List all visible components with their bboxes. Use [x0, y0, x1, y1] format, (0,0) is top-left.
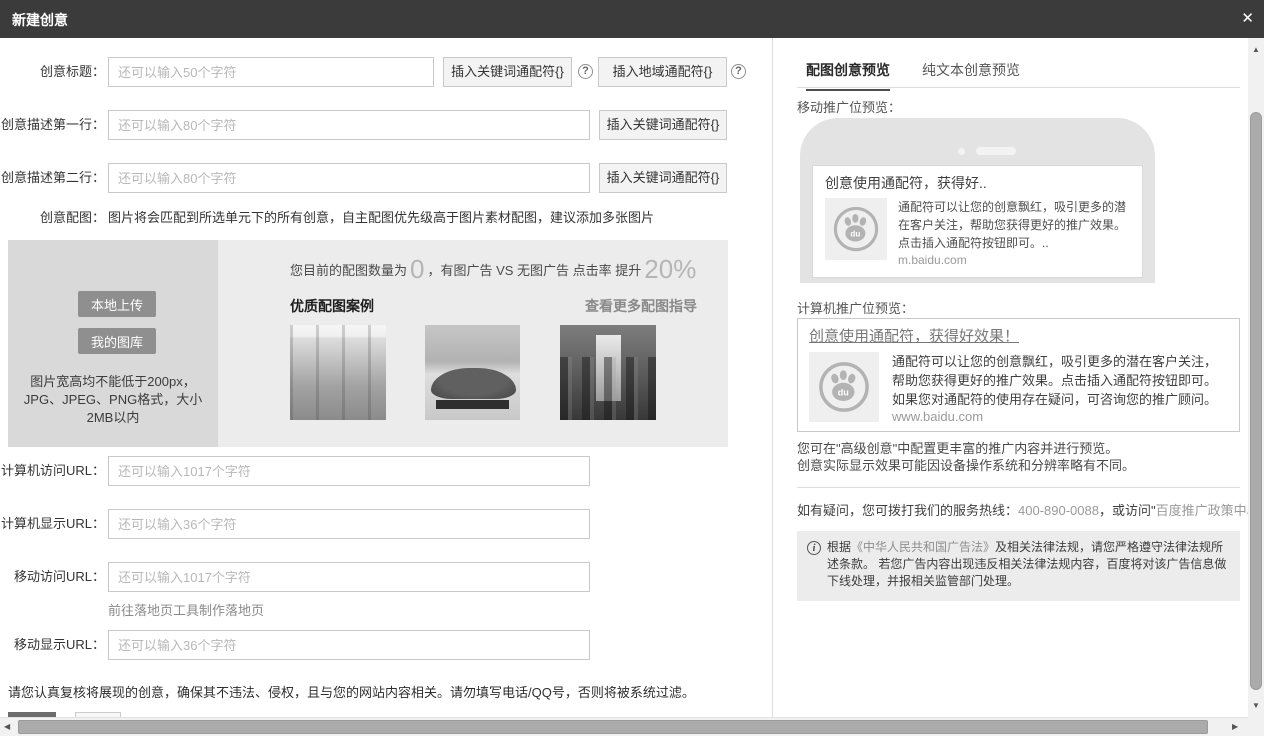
scroll-right-arrow-icon[interactable]: ▶ [1232, 723, 1238, 731]
horizontal-scrollbar-thumb[interactable] [18, 720, 1208, 734]
local-upload-button[interactable]: 本地上传 [78, 291, 156, 317]
preview-divider [797, 487, 1240, 488]
phone-speaker [976, 147, 1016, 155]
paw-icon: du [831, 204, 881, 254]
pc-ad-body: 通配符可以让您的创意飘红，吸引更多的潜在客户关注，帮助您获得更好的推广效果。点击… [892, 352, 1228, 409]
paw-icon: du [816, 359, 872, 415]
legal-prefix: 根据 [827, 540, 851, 554]
phone-camera-dot [958, 148, 965, 155]
insert-region-wildcard-button[interactable]: 插入地域通配符{} [598, 57, 727, 87]
desc-line2-input[interactable] [108, 163, 590, 193]
panel-divider [772, 38, 773, 717]
creative-title-label: 创意标题： [0, 57, 105, 87]
pc-ad-card: 创意使用通配符，获得好效果！ du 通配符可以让您的创意飘红，吸引更多的潜在客户… [797, 318, 1240, 432]
example-image-interior [290, 325, 386, 420]
close-icon[interactable]: ✕ [1241, 9, 1254, 27]
phone-mockup: 创意使用通配符，获得好.. du 通配符可以让您的创意飘红，吸引更多的潜在客户关… [800, 118, 1155, 283]
landing-page-tool-link[interactable]: 前往落地页工具制作落地页 [108, 600, 264, 619]
image-examples-panel: 您目前的配图数量为0，有图广告 VS 无图广告 点击率 提升20% 优质配图案例… [218, 240, 728, 447]
desc-line2-label: 创意描述第二行： [0, 163, 105, 193]
mobile-ad-body: 通配符可以让您的创意飘红，吸引更多的潜在客户关注，帮助您获得更好的推广效果。点击… [898, 198, 1130, 252]
mobile-ad-url: m.baidu.com [898, 253, 1130, 267]
vertical-scrollbar[interactable]: ▲ ▼ [1248, 38, 1264, 736]
ctr-lift-value: 20% [641, 254, 699, 284]
mobile-ad-title: 创意使用通配符，获得好.. [825, 173, 1130, 193]
tab-text-creative-preview[interactable]: 纯文本创意预览 [922, 60, 1020, 80]
compliance-warning-text: 请您认真复核将展现的创意，确保其不违法、侵权，且与您的网站内容相关。请勿填写电话… [8, 682, 748, 701]
image-count-stats: 您目前的配图数量为0，有图广告 VS 无图广告 点击率 提升20% [290, 254, 699, 285]
stats-mid: ，有图广告 VS 无图广告 点击率 提升 [427, 263, 641, 278]
example-image-building [560, 325, 656, 420]
dialog-titlebar: 新建创意 ✕ [0, 0, 1264, 38]
hotline-text: 如有疑问，您可拨打我们的服务热线：400-890-0088，或访问"百度推广政策… [797, 500, 1257, 519]
vertical-scrollbar-thumb[interactable] [1250, 112, 1262, 690]
more-image-guide-link[interactable]: 查看更多配图指导 [585, 296, 697, 316]
image-requirements-text: 图片宽高均不能低于200px，JPG、JPEG、PNG格式，大小2MB以内 [18, 373, 208, 427]
scroll-down-arrow-icon[interactable]: ▼ [1252, 702, 1260, 710]
insert-keyword-wildcard-button[interactable]: 插入关键词通配符{} [599, 110, 727, 140]
hotline-number: 400-890-0088 [1018, 503, 1099, 518]
new-creative-dialog: 新建创意 ✕ 创意标题： 插入关键词通配符{} ? 插入地域通配符{} ? 创意… [0, 0, 1264, 736]
mobile-target-url-label: 移动访问URL： [0, 562, 105, 592]
legal-notice-box: i 根据《中华人民共和国广告法》及相关法律法规，请您严格遵守法律法规所述条款。 … [797, 531, 1240, 601]
pc-target-url-input[interactable] [108, 456, 590, 486]
creative-title-input[interactable] [108, 57, 434, 87]
scroll-up-arrow-icon[interactable]: ▲ [1252, 46, 1260, 54]
mobile-display-url-input[interactable] [108, 630, 590, 660]
dialog-title: 新建创意 [12, 10, 68, 30]
policy-center-link[interactable]: 百度推广政策中心 [1156, 503, 1260, 518]
hotline-mid: ，或访问" [1099, 503, 1156, 518]
advertising-law-link[interactable]: 《中华人民共和国广告法》 [851, 540, 995, 554]
example-image-car [425, 325, 520, 420]
horizontal-scrollbar[interactable]: ◀ ▶ [0, 717, 1248, 736]
hotline-prefix: 如有疑问，您可拨打我们的服务热线： [797, 503, 1018, 518]
pc-target-url-label: 计算机访问URL： [0, 456, 105, 486]
creative-image-hint: 图片将会匹配到所选单元下的所有创意，自主配图优先级高于图片素材配图，建议添加多张… [108, 203, 748, 233]
mobile-preview-label: 移动推广位预览： [797, 97, 901, 116]
baidu-paw-logo: du [809, 352, 879, 422]
tab-underline [797, 87, 1240, 88]
svg-text:du: du [838, 387, 849, 397]
insert-keyword-wildcard-button[interactable]: 插入关键词通配符{} [599, 163, 727, 193]
pc-ad-url: www.baidu.com [892, 409, 1228, 424]
mobile-target-url-input[interactable] [108, 562, 590, 592]
pc-ad-title[interactable]: 创意使用通配符，获得好效果！ [809, 325, 1228, 346]
desc-line1-label: 创意描述第一行： [0, 110, 105, 140]
stats-prefix: 您目前的配图数量为 [290, 263, 407, 278]
image-count-value: 0 [407, 254, 427, 284]
pc-display-url-label: 计算机显示URL： [0, 509, 105, 539]
advanced-creative-tip: 您可在"高级创意"中配置更丰富的推广内容并进行预览。 [797, 440, 1118, 457]
legal-notice-text: 根据《中华人民共和国广告法》及相关法律法规，请您严格遵守法律法规所述条款。 若您… [827, 539, 1230, 593]
scroll-left-arrow-icon[interactable]: ◀ [4, 723, 10, 731]
examples-title: 优质配图案例 [290, 296, 374, 316]
help-icon[interactable]: ? [731, 64, 746, 79]
insert-keyword-wildcard-button[interactable]: 插入关键词通配符{} [443, 57, 572, 87]
svg-text:du: du [850, 230, 860, 239]
upload-panel: 本地上传 我的图库 图片宽高均不能低于200px，JPG、JPEG、PNG格式，… [8, 240, 218, 447]
help-icon[interactable]: ? [578, 64, 593, 79]
pc-preview-label: 计算机推广位预览： [797, 298, 914, 317]
info-icon: i [807, 541, 821, 555]
creative-image-label: 创意配图： [0, 203, 105, 233]
display-difference-tip: 创意实际显示效果可能因设备操作系统和分辨率略有不同。 [797, 457, 1135, 474]
baidu-paw-logo: du [825, 198, 887, 260]
desc-line1-input[interactable] [108, 110, 590, 140]
mobile-ad-card: 创意使用通配符，获得好.. du 通配符可以让您的创意飘红，吸引更多的潜在客户关… [812, 165, 1143, 278]
mobile-display-url-label: 移动显示URL： [0, 630, 105, 660]
pc-display-url-input[interactable] [108, 509, 590, 539]
my-gallery-button[interactable]: 我的图库 [78, 328, 156, 354]
